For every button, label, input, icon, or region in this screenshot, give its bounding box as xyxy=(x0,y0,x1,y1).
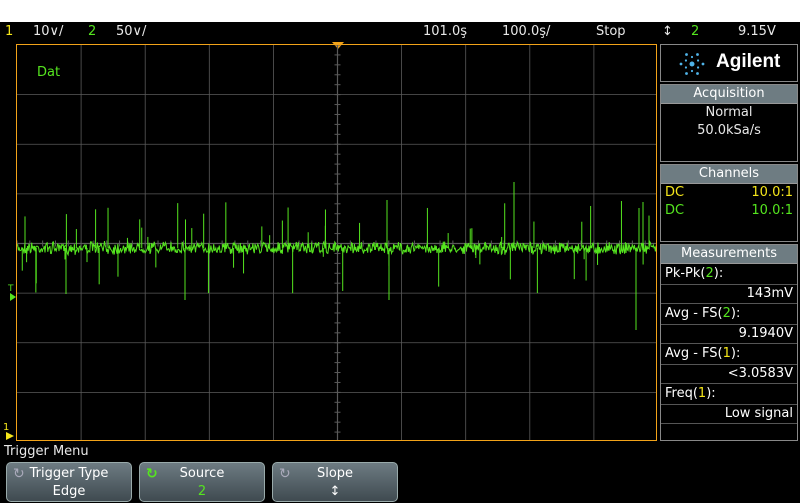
trigger-level-marker-icon[interactable]: T xyxy=(6,283,18,303)
acquisition-header: Acquisition xyxy=(661,85,797,104)
trigger-level: 9.15V xyxy=(738,24,776,39)
source-softkey[interactable]: ↻ Source 2 xyxy=(139,462,265,502)
trigger-type-value: Edge xyxy=(52,484,86,499)
trigger-delay[interactable]: 101.0ş xyxy=(423,22,467,42)
sample-rate: 50.0kSa/s xyxy=(697,123,761,138)
waveform-display[interactable]: Dat xyxy=(16,44,657,441)
measurements-header: Measurements xyxy=(661,245,797,264)
measurement-avg-ch2-label: Avg - FS(2): xyxy=(665,306,741,321)
waveform-label: Dat xyxy=(37,65,61,80)
measurement-pkpk-value: 143mV xyxy=(661,284,797,304)
slope-label: Slope xyxy=(316,466,354,481)
channel-2-scale[interactable]: 50∨/ xyxy=(116,22,146,42)
channel-1-number[interactable]: 1 xyxy=(5,22,13,42)
trigger-source: 2 xyxy=(691,24,700,39)
measurement-freq-value: Low signal xyxy=(661,404,797,424)
agilent-logo: Agilent xyxy=(660,44,798,82)
slope-value: ↕ xyxy=(329,484,341,499)
ground-reference-marker-icon[interactable]: 1 xyxy=(2,420,18,440)
svg-text:1: 1 xyxy=(3,422,9,433)
source-label: Source xyxy=(179,466,225,481)
source-value: 2 xyxy=(197,484,207,499)
channel-1-probe: 10.0:1 xyxy=(751,185,793,200)
channel-1-scale[interactable]: 10∨/ xyxy=(33,22,63,42)
channel-1-row: DC 10.0:1 xyxy=(661,184,797,202)
channel-2-row: DC 10.0:1 xyxy=(661,202,797,220)
title-bar xyxy=(0,0,800,22)
channels-panel[interactable]: Channels DC 10.0:1 DC 10.0:1 xyxy=(660,164,798,242)
measurement-avg-ch1-label: Avg - FS(1): xyxy=(665,346,741,361)
channel-2-waveform xyxy=(17,182,656,330)
measurements-panel[interactable]: Measurements Pk-Pk(2): 143mV Avg - FS(2)… xyxy=(660,244,798,441)
trigger-type-softkey[interactable]: ↻ Trigger Type Edge xyxy=(6,462,132,502)
menu-title: Trigger Menu xyxy=(4,444,89,459)
channel-2-coupling: DC xyxy=(665,203,685,218)
measurement-pkpk-label: Pk-Pk(2): xyxy=(665,266,724,281)
acquisition-panel[interactable]: Acquisition Normal 50.0kSa/s xyxy=(660,84,798,162)
acquisition-mode: Normal xyxy=(705,105,753,120)
channels-header: Channels xyxy=(661,165,797,184)
brand-name: Agilent xyxy=(716,51,781,72)
measurement-avg-ch1-value: <3.0583V xyxy=(661,364,797,384)
agilent-spark-icon xyxy=(679,53,705,75)
status-bar: 1 10∨/ 2 50∨/ 101.0ş 100.0ş/ Stop ↕ 2 9.… xyxy=(0,22,800,42)
channel-2-probe: 10.0:1 xyxy=(751,203,793,218)
trigger-type-label: Trigger Type xyxy=(29,466,109,481)
channel-2-number[interactable]: 2 xyxy=(88,22,96,42)
trigger-mode-icon: ↕ xyxy=(662,24,673,39)
slope-softkey[interactable]: ↻ Slope ↕ xyxy=(272,462,398,502)
measurement-avg-ch2-value: 9.1940V xyxy=(661,324,797,344)
svg-text:T: T xyxy=(7,284,14,294)
run-state: Stop xyxy=(596,24,626,39)
info-sidebar: Agilent Acquisition Normal 50.0kSa/s Cha… xyxy=(660,44,800,441)
timebase-scale[interactable]: 100.0ş/ xyxy=(502,22,550,42)
measurement-freq-label: Freq(1): xyxy=(665,386,716,401)
channel-1-coupling: DC xyxy=(665,185,685,200)
